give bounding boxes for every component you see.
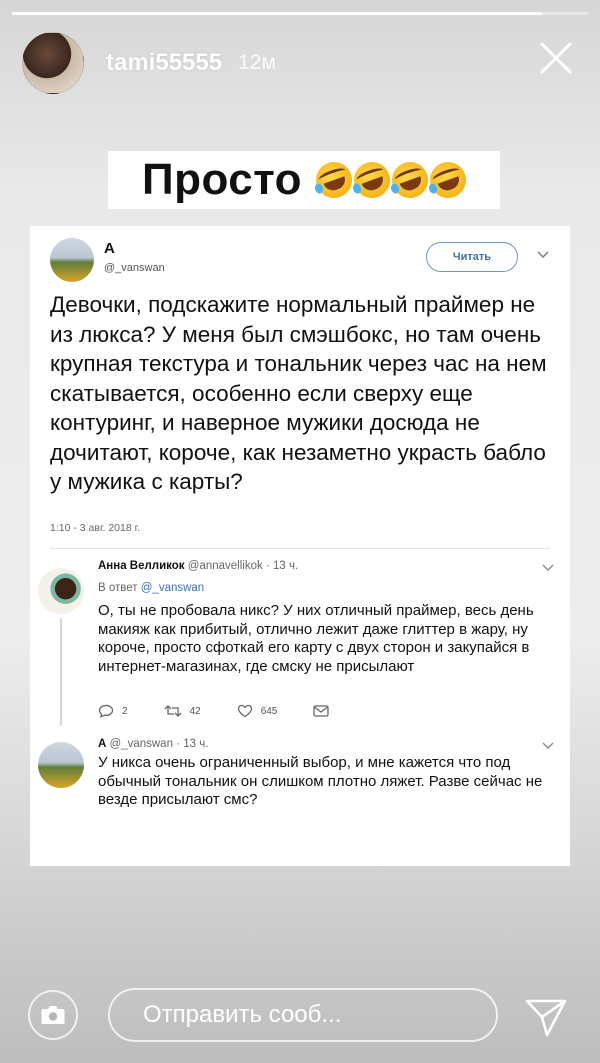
reply-author-name: A bbox=[98, 738, 107, 750]
like-action: 645 bbox=[237, 704, 278, 718]
tweet-date: 1:10 - 3 авг. 2018 г. bbox=[50, 522, 141, 534]
reply-to-line: В ответ @_vanswan bbox=[98, 582, 204, 594]
chevron-down-icon bbox=[537, 251, 549, 259]
reply-time: · 13 ч. bbox=[265, 560, 299, 572]
tweet-screenshot: A @_vanswan Читать Девочки, подскажите н… bbox=[30, 226, 570, 866]
reply-author-handle: @_vanswan bbox=[109, 738, 173, 750]
retweet-action: 42 bbox=[164, 704, 201, 718]
reply-item: A @_vanswan · 13 ч. У никса очень ограни… bbox=[38, 732, 556, 832]
send-icon[interactable] bbox=[523, 993, 569, 1039]
laughing-emoji-icon bbox=[310, 156, 358, 204]
caption-text: Просто bbox=[141, 155, 303, 204]
chevron-down-icon bbox=[542, 564, 554, 571]
chevron-down-icon bbox=[542, 742, 554, 749]
story-caption-sticker: Просто bbox=[108, 151, 500, 209]
reply-author-avatar bbox=[38, 568, 84, 614]
reply-meta: Анна Велликок @annavellikok · 13 ч. bbox=[98, 560, 298, 572]
send-message-input[interactable]: Отправить сооб... bbox=[108, 988, 498, 1042]
thread-line bbox=[60, 618, 62, 726]
reply-text: У никса очень ограниченный выбор, и мне … bbox=[98, 754, 543, 808]
camera-icon bbox=[41, 1006, 65, 1024]
reply-author-name: Анна Велликок bbox=[98, 560, 185, 572]
story-username[interactable]: tami55555 bbox=[106, 49, 222, 77]
reply-time: · 13 ч. bbox=[176, 738, 209, 750]
tweet-text: Девочки, подскажите нормальный праймер н… bbox=[50, 292, 547, 494]
heart-icon bbox=[237, 704, 252, 718]
reply-actions: 2 42 645 bbox=[98, 704, 373, 718]
reply-to-prefix: В ответ bbox=[98, 582, 138, 594]
envelope-icon bbox=[313, 705, 330, 717]
reply-count: 2 bbox=[122, 705, 128, 717]
story-progress-fill bbox=[12, 12, 542, 15]
dm-action bbox=[313, 705, 337, 717]
reply-to-handle: @_vanswan bbox=[140, 582, 205, 594]
user-avatar[interactable] bbox=[22, 32, 84, 94]
tweet-author-avatar bbox=[50, 238, 94, 282]
story-timestamp: 12м bbox=[238, 51, 276, 74]
tweet-author-name: A bbox=[104, 240, 115, 257]
laughing-emoji-icon bbox=[424, 156, 472, 204]
laughing-emoji-icon bbox=[348, 156, 396, 204]
reply-text: О, ты не пробовала никс? У них отличный … bbox=[98, 602, 534, 675]
close-icon[interactable] bbox=[536, 38, 576, 78]
follow-button: Читать bbox=[426, 242, 518, 272]
reply-author-handle: @annavellikok bbox=[187, 560, 263, 572]
comment-icon bbox=[98, 704, 114, 718]
divider bbox=[50, 548, 550, 549]
story-progress-bar bbox=[12, 12, 588, 15]
like-count: 645 bbox=[260, 705, 278, 717]
retweet-count: 42 bbox=[189, 705, 201, 717]
tweet-author-handle: @_vanswan bbox=[104, 262, 165, 274]
laughing-emoji-icon bbox=[386, 156, 434, 204]
story-header: tami55555 12м bbox=[22, 30, 580, 96]
tweet-header: A @_vanswan Читать bbox=[50, 236, 550, 284]
retweet-icon bbox=[164, 705, 182, 717]
reply-meta: A @_vanswan · 13 ч. bbox=[98, 738, 208, 750]
reply-action: 2 bbox=[98, 704, 128, 718]
camera-button[interactable] bbox=[28, 990, 78, 1040]
reply-author-avatar bbox=[38, 742, 84, 788]
reply-item: Анна Велликок @annavellikok · 13 ч. В от… bbox=[38, 556, 556, 726]
caption-emoji-row bbox=[310, 156, 472, 204]
